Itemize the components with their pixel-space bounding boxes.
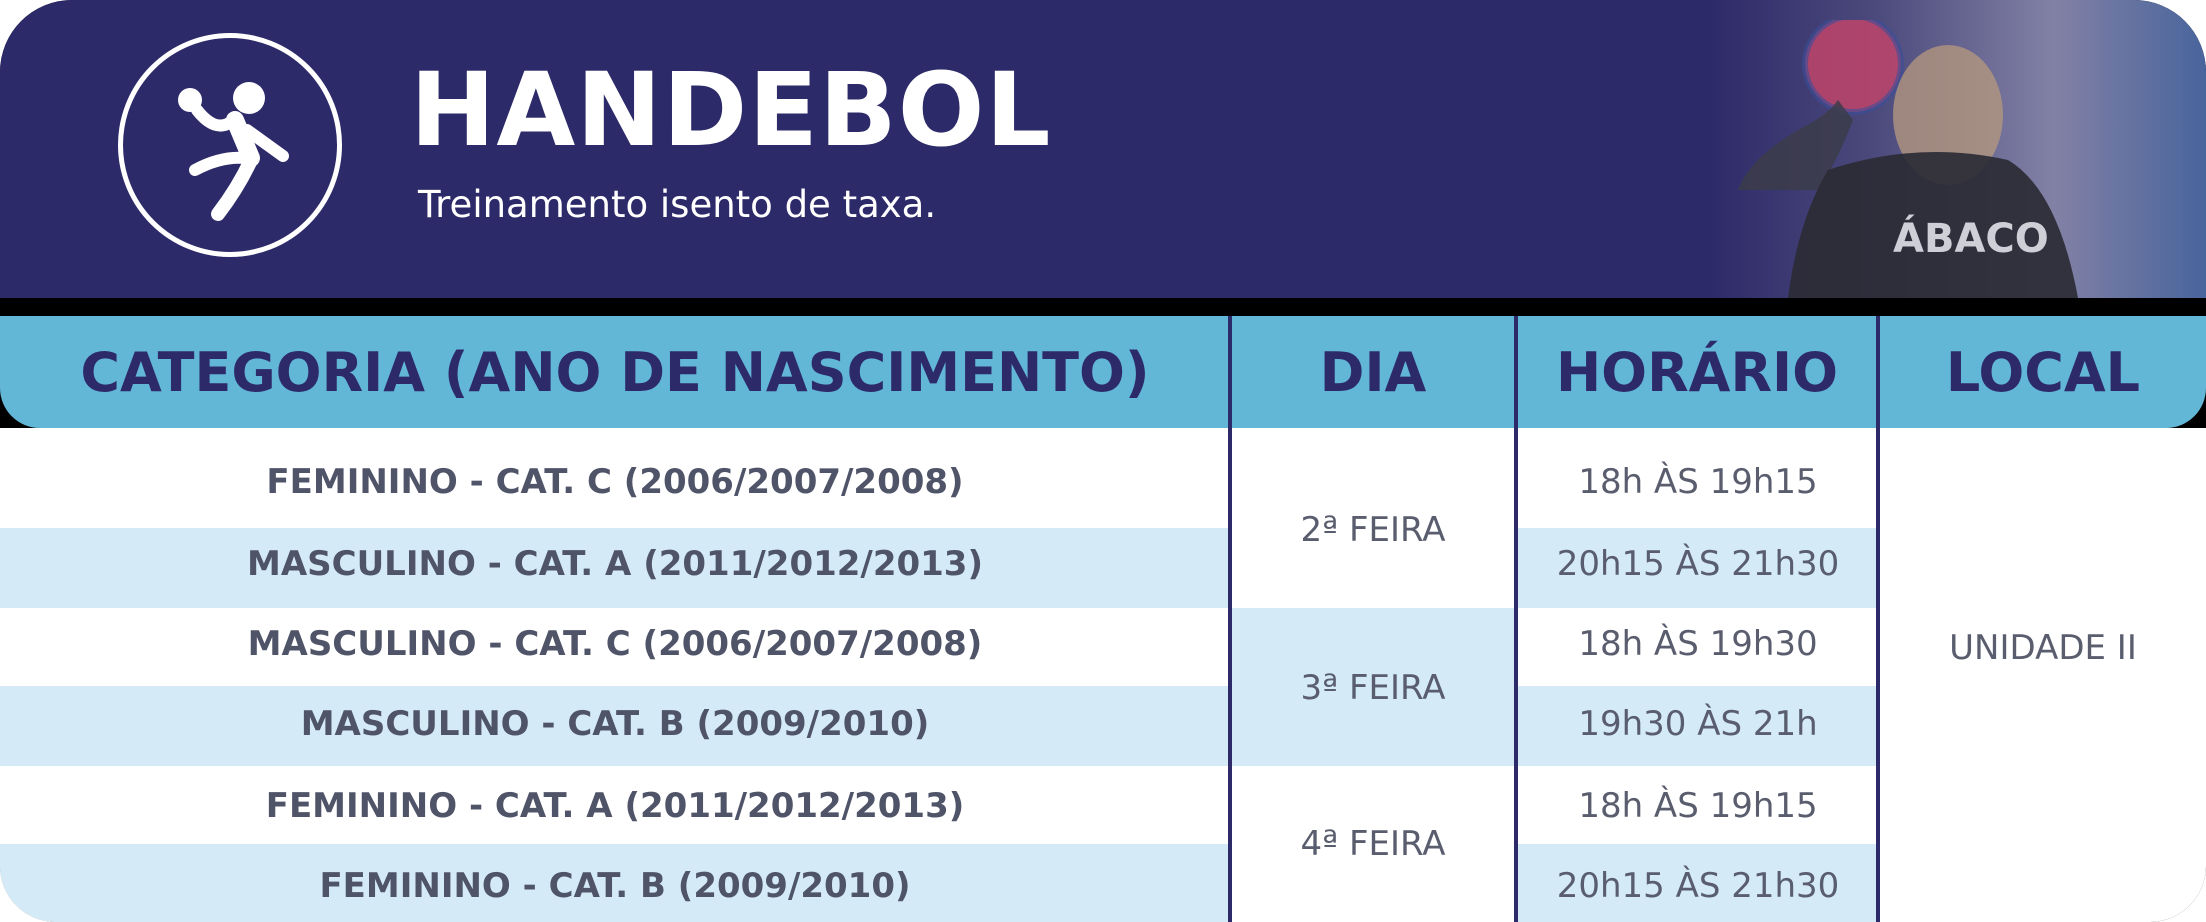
horario-cell: 18h ÀS 19h15 (1578, 462, 1818, 502)
table-row-categoria: FEMININO - CAT. C (2006/2007/2008) (266, 462, 964, 502)
table-row-categoria: MASCULINO - CAT. A (2011/2012/2013) (246, 544, 983, 584)
page-subtitle: Treinamento isento de taxa. (418, 183, 937, 226)
horario-cell: 18h ÀS 19h15 (1578, 786, 1818, 826)
table-row-categoria: MASCULINO - CAT. C (2006/2007/2008) (247, 624, 983, 664)
column-divider (1514, 316, 1518, 922)
handball-logo (118, 33, 342, 257)
table-row-categoria: FEMININO - CAT. A (2011/2012/2013) (265, 786, 965, 826)
handball-player-icon (178, 82, 289, 221)
page-title: HANDEBOL (410, 51, 1052, 170)
athlete-figure: ÁBACO (1738, 20, 2078, 298)
column-header-horario: HORÁRIO (1555, 340, 1839, 404)
local-cell: UNIDADE II (1949, 628, 2137, 668)
dia-cell: 4ª FEIRA (1300, 824, 1446, 864)
table-row-categoria: FEMININO - CAT. B (2009/2010) (319, 866, 911, 906)
horario-cell: 20h15 ÀS 21h30 (1556, 866, 1840, 906)
column-header-dia: DIA (1319, 340, 1427, 404)
column-header-local: LOCAL (1945, 340, 2141, 404)
dia-cell: 3ª FEIRA (1300, 668, 1446, 708)
column-divider (1228, 316, 1232, 922)
dia-cell: 2ª FEIRA (1300, 510, 1446, 550)
horario-cell: 20h15 ÀS 21h30 (1556, 544, 1840, 584)
column-header-categoria: CATEGORIA (ANO DE NASCIMENTO) (80, 340, 1150, 404)
horario-cell: 18h ÀS 19h30 (1578, 624, 1818, 664)
horario-cell: 19h30 ÀS 21h (1578, 704, 1818, 744)
table-row-categoria: MASCULINO - CAT. B (2009/2010) (300, 704, 930, 744)
photo-shirt-text: ÁBACO (1893, 214, 2049, 262)
column-divider (1876, 316, 1880, 922)
athlete-photo: ÁBACO (1600, 0, 2206, 298)
schedule-card: ÁBACO HANDEBOL Treinamento isento de tax… (0, 0, 2206, 922)
